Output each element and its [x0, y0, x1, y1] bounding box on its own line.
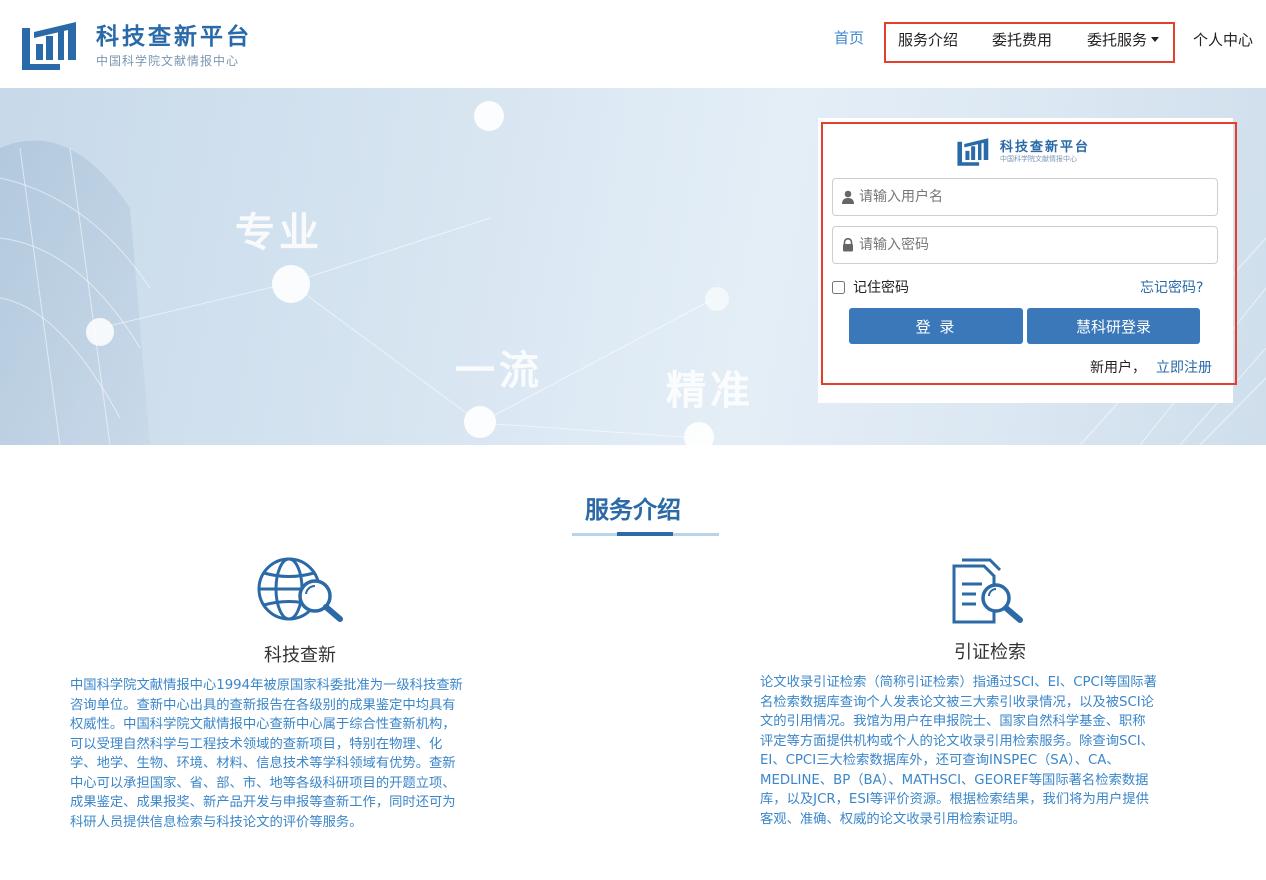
- site-header: 科技查新平台 中国科学院文献情报中心 首页 服务介绍 委托费用 委托服务 个人中…: [0, 0, 1266, 88]
- user-icon: [842, 190, 854, 204]
- new-user-text: 新用户，: [1090, 360, 1146, 376]
- login-button[interactable]: 登 录: [849, 308, 1023, 344]
- card-text-line: 学、地学、生物、环境、材料、信息技术等学科领域有优势。查新: [70, 756, 456, 771]
- password-field[interactable]: [832, 226, 1218, 264]
- register-link[interactable]: 立即注册: [1156, 357, 1212, 377]
- banner-word-first-class: 一流: [455, 348, 543, 394]
- banner-dot: [474, 101, 504, 131]
- caret-down-icon: [1151, 37, 1160, 42]
- login-logo-subtitle: 中国科学院文献情报中心: [1000, 155, 1077, 163]
- card-text-line: 科研人员提供信息检索与科技论文的评价等服务。: [70, 814, 363, 830]
- card-body-citation-search: 论文收录引证检索（简称引证检索）指通过SCI、EI、CPCI等国际著 名检索数据…: [760, 673, 1230, 829]
- banner-word-precise: 精准: [666, 368, 754, 414]
- card-text-line: 名检索数据库查询个人发表论文被三大索引收录情况，以及被SCI论: [760, 694, 1154, 710]
- nav-personal-center[interactable]: 个人中心: [1193, 29, 1253, 50]
- banner-dot: [705, 287, 729, 311]
- logo-icon: [22, 22, 76, 70]
- nav-service-intro[interactable]: 服务介绍: [898, 29, 958, 50]
- card-text-line: 文的引用情况。我馆为用户在申报院士、国家自然科学基金、职称: [760, 714, 1146, 729]
- login-logo-title: 科技查新平台: [1000, 140, 1091, 155]
- card-text-line: 评定等方面提供机构或个人的论文收录引用检索服务。除查询SCI、: [760, 733, 1154, 749]
- services-title-underline-accent: [617, 532, 673, 536]
- card-title-novelty-search: 科技查新: [264, 645, 336, 666]
- card-text-line: 中心可以承担国家、省、部、市、地等各级科研项目的开题立项、: [70, 775, 456, 791]
- card-text-line: MEDLINE、BP（BA）、MATHSCI、GEOREF等国际著名检索数据: [760, 772, 1149, 788]
- login-logo: 科技查新平台 中国科学院文献情报中心: [956, 136, 1090, 168]
- hky-login-button[interactable]: 慧科研登录: [1027, 308, 1200, 344]
- nav-fees[interactable]: 委托费用: [992, 29, 1052, 50]
- banner-dot: [272, 265, 310, 303]
- services-title: 服务介绍: [585, 496, 681, 524]
- remember-label: 记住密码: [853, 280, 909, 296]
- card-text-line: 库，以及JCR，ESI等评价资源。根据检索结果，我们将为用户提供: [760, 792, 1149, 807]
- card-text-line: 可以受理自然科学与工程技术领域的查新项目，特别在物理、化: [70, 736, 443, 752]
- username-field[interactable]: [832, 178, 1218, 216]
- card-body-novelty-search: 中国科学院文献情报中心1994年被原国家科委批准为一级科技查新 咨询单位。查新中…: [70, 676, 540, 832]
- card-text-line: 成果鉴定、成果报奖、新产品开发与申报等查新工作，同时还可为: [70, 795, 456, 810]
- card-text-line: 论文收录引证检索（简称引证检索）指通过SCI、EI、CPCI等国际著: [760, 675, 1157, 690]
- remember-password[interactable]: 记住密码: [832, 277, 909, 297]
- card-text-line: 中国科学院文献情报中心1994年被原国家科委批准为一级科技查新: [70, 678, 463, 693]
- nav-services-dropdown[interactable]: 委托服务: [1087, 29, 1160, 50]
- site-logo[interactable]: 科技查新平台 中国科学院文献情报中心: [20, 18, 252, 74]
- lock-icon: [843, 238, 853, 252]
- globe-search-icon: [257, 557, 343, 622]
- banner-word-professional: 专业: [235, 210, 323, 256]
- nav-home[interactable]: 首页: [834, 27, 864, 51]
- banner-dot: [684, 422, 714, 445]
- login-logo-icon: [957, 138, 989, 166]
- card-text-line: 客观、准确、权威的论文收录引用检索证明。: [760, 811, 1026, 827]
- card-text-line: EI、CPCI三大检索数据库外，还可查询INSPEC（SA）、CA、: [760, 753, 1120, 768]
- card-title-citation-search: 引证检索: [954, 642, 1026, 663]
- banner-dot: [464, 406, 496, 438]
- username-input[interactable]: [859, 189, 1199, 205]
- nav-services-label: 委托服务: [1087, 31, 1148, 49]
- logo-title: 科技查新平台: [96, 24, 252, 50]
- remember-checkbox[interactable]: [832, 280, 845, 294]
- password-input[interactable]: [859, 237, 1199, 253]
- logo-subtitle: 中国科学院文献情报中心: [96, 54, 240, 68]
- forgot-password-link[interactable]: 忘记密码?: [1140, 277, 1203, 297]
- document-search-icon: [952, 558, 1023, 624]
- banner-dot: [86, 318, 114, 346]
- card-text-line: 权威性。中国科学院文献情报中心查新中心属于综合性查新机构，: [70, 717, 456, 732]
- card-text-line: 咨询单位。查新中心出具的查新报告在各级别的成果鉴定中均具有: [70, 697, 456, 713]
